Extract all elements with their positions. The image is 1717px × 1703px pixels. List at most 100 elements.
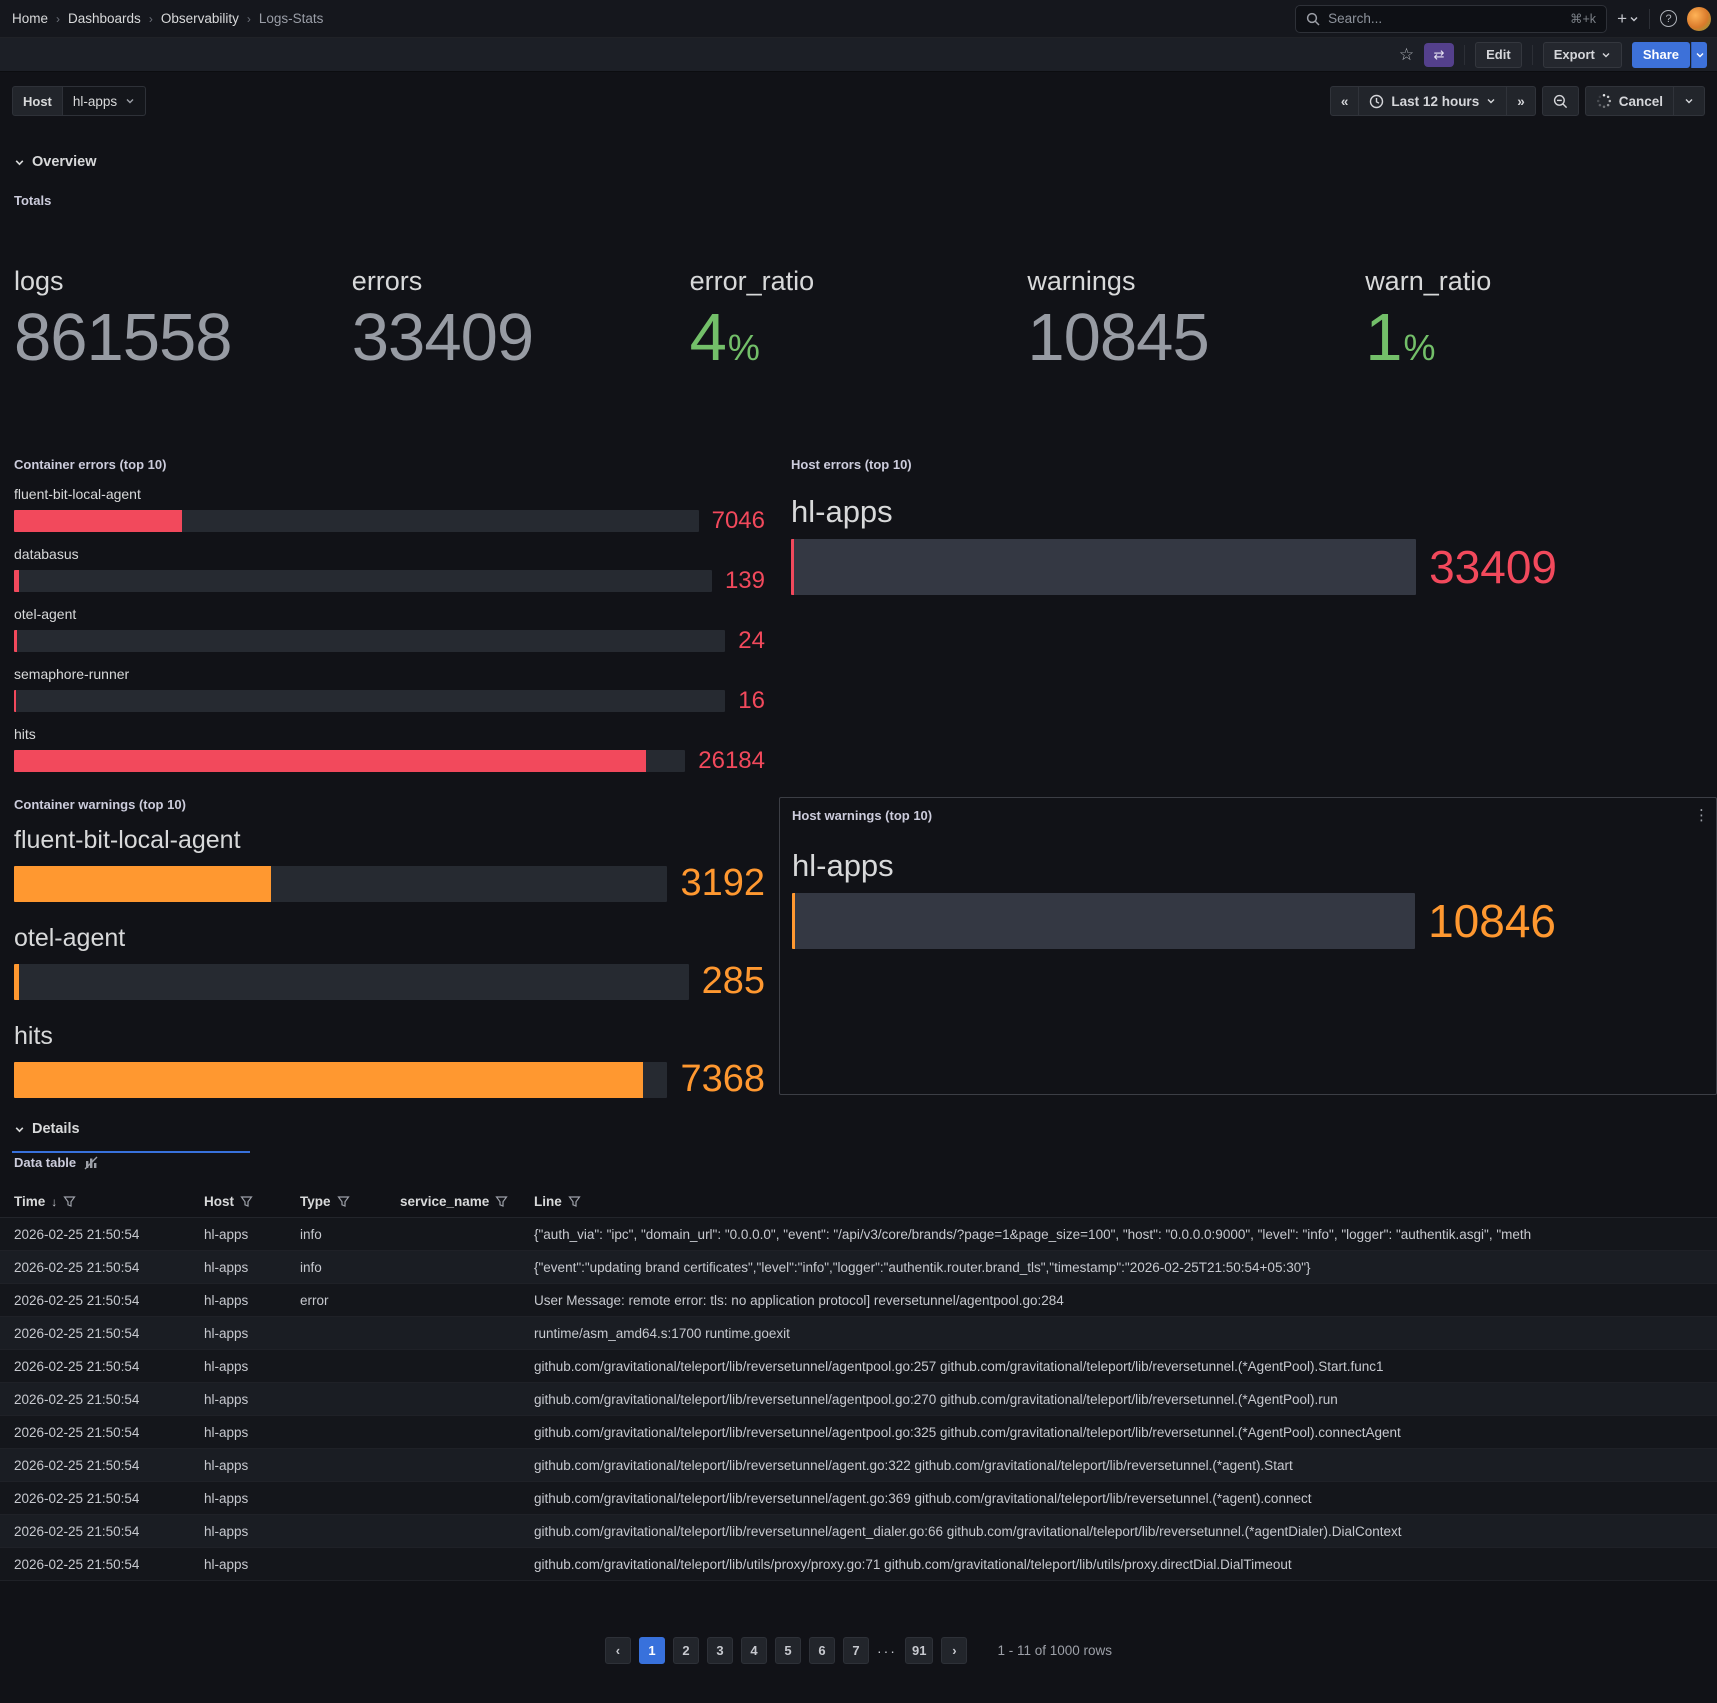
stat-label: warnings xyxy=(1027,266,1365,297)
pagination-page-4[interactable]: 4 xyxy=(741,1637,767,1664)
search-placeholder: Search... xyxy=(1328,11,1562,26)
time-shift-back-button[interactable]: « xyxy=(1330,86,1360,116)
pagination-page-91[interactable]: 91 xyxy=(905,1637,933,1664)
host-variable-select[interactable]: hl-apps xyxy=(63,86,146,116)
pagination-page-1[interactable]: 1 xyxy=(639,1637,665,1664)
column-header-line[interactable]: Line xyxy=(534,1194,1715,1209)
line-cell: github.com/gravitational/teleport/lib/re… xyxy=(534,1392,1715,1407)
bar-category-label: hl-apps xyxy=(791,494,1557,530)
time-cell: 2026-02-25 21:50:54 xyxy=(14,1326,204,1341)
bar-value: 33409 xyxy=(1429,540,1557,594)
stat-label: errors xyxy=(352,266,690,297)
bar-track xyxy=(14,510,699,532)
zoom-out-icon xyxy=(1553,94,1568,109)
share-dropdown-button[interactable] xyxy=(1691,42,1707,68)
panel-container-warnings: Container warnings (top 10) fluent-bit-l… xyxy=(0,797,779,1095)
bar-track xyxy=(14,964,689,1000)
bar-fill xyxy=(14,964,19,1000)
bar-row-otel-agent: otel-agent285 xyxy=(14,924,765,1003)
host-cell: hl-apps xyxy=(204,1227,300,1242)
pagination-next-button[interactable]: › xyxy=(941,1637,967,1664)
filter-funnel-icon[interactable] xyxy=(240,1195,253,1208)
stat-number: 33409 xyxy=(352,303,533,373)
export-label: Export xyxy=(1554,47,1595,62)
plus-icon: + xyxy=(1617,10,1627,27)
column-header-service_name[interactable]: service_name xyxy=(400,1194,534,1209)
edit-button[interactable]: Edit xyxy=(1475,42,1522,68)
breadcrumb: Home › Dashboards › Observability › Logs… xyxy=(12,11,323,26)
time-shift-forward-button[interactable]: » xyxy=(1507,86,1536,116)
table-row: 2026-02-25 21:50:54hl-appsgithub.com/gra… xyxy=(0,1350,1717,1383)
filter-funnel-icon[interactable] xyxy=(337,1195,350,1208)
avatar[interactable] xyxy=(1687,7,1711,31)
chevron-down-icon xyxy=(1695,50,1705,60)
table-row: 2026-02-25 21:50:54hl-appsgithub.com/gra… xyxy=(0,1548,1717,1581)
bar-row-hits: hits26184 xyxy=(14,726,765,775)
help-icon[interactable]: ? xyxy=(1660,10,1677,27)
stat-suffix: % xyxy=(1403,329,1434,367)
line-cell: github.com/gravitational/teleport/lib/re… xyxy=(534,1425,1715,1440)
time-cell: 2026-02-25 21:50:54 xyxy=(14,1458,204,1473)
bar-value: 7368 xyxy=(680,1058,765,1101)
add-new-button[interactable]: + xyxy=(1617,10,1639,27)
column-header-type[interactable]: Type xyxy=(300,1194,400,1209)
pagination-page-5[interactable]: 5 xyxy=(775,1637,801,1664)
section-overview-toggle[interactable]: Overview xyxy=(0,154,1717,170)
bar-fill xyxy=(14,1062,643,1098)
panel-title[interactable]: Host errors (top 10) xyxy=(791,457,912,472)
panel-menu-icon[interactable]: ⋮ xyxy=(1688,804,1716,826)
filter-funnel-icon[interactable] xyxy=(63,1195,76,1208)
pagination-page-7[interactable]: 7 xyxy=(843,1637,869,1664)
section-details-toggle[interactable]: Details xyxy=(0,1121,1717,1137)
breadcrumb-observability[interactable]: Observability xyxy=(161,11,239,26)
pagination-page-3[interactable]: 3 xyxy=(707,1637,733,1664)
panel-title[interactable]: Container warnings (top 10) xyxy=(14,797,186,812)
time-cell: 2026-02-25 21:50:54 xyxy=(14,1227,204,1242)
breadcrumb-dashboards[interactable]: Dashboards xyxy=(68,11,141,26)
breadcrumb-separator: › xyxy=(247,12,251,26)
search-input[interactable]: Search... ⌘+k xyxy=(1295,5,1607,33)
time-range-picker[interactable]: Last 12 hours xyxy=(1359,86,1507,116)
host-variable-label: Host xyxy=(12,86,63,116)
stat-number: 1 xyxy=(1365,303,1401,373)
pagination-page-2[interactable]: 2 xyxy=(673,1637,699,1664)
share-button[interactable]: Share xyxy=(1632,42,1690,68)
refresh-interval-dropdown[interactable] xyxy=(1674,86,1705,116)
pagination-page-6[interactable]: 6 xyxy=(809,1637,835,1664)
bar-fill xyxy=(14,510,182,532)
export-button[interactable]: Export xyxy=(1543,42,1622,68)
host-cell: hl-apps xyxy=(204,1260,300,1275)
filter-funnel-icon[interactable] xyxy=(495,1195,508,1208)
column-header-time[interactable]: Time↓ xyxy=(14,1194,204,1209)
filter-funnel-icon[interactable] xyxy=(568,1195,581,1208)
breadcrumb-separator: › xyxy=(149,12,153,26)
totals-panel-title[interactable]: Totals xyxy=(0,193,1717,208)
panel-title[interactable]: Host warnings (top 10) xyxy=(792,808,932,823)
line-cell: github.com/gravitational/teleport/lib/re… xyxy=(534,1524,1715,1539)
bar-fill xyxy=(791,539,794,595)
bar-track xyxy=(14,690,725,712)
bar-row-fluent-bit-local-agent: fluent-bit-local-agent7046 xyxy=(14,486,765,535)
chevron-down-icon xyxy=(14,1124,25,1135)
panel-container-errors: Container errors (top 10) fluent-bit-loc… xyxy=(0,457,779,797)
search-icon xyxy=(1306,12,1320,26)
bar-value: 10846 xyxy=(1428,894,1556,948)
column-header-host[interactable]: Host xyxy=(204,1194,300,1209)
column-header-label: Line xyxy=(534,1194,562,1209)
time-zoom-out-button[interactable] xyxy=(1542,86,1579,116)
stat-label: error_ratio xyxy=(690,266,1028,297)
bar-category-label: otel-agent xyxy=(14,924,765,953)
pagination-prev-button[interactable]: ‹ xyxy=(605,1637,631,1664)
star-icon[interactable]: ☆ xyxy=(1399,45,1414,65)
breadcrumb-home[interactable]: Home xyxy=(12,11,48,26)
stat-value: 1% xyxy=(1365,303,1703,373)
cancel-refresh-button[interactable]: Cancel xyxy=(1585,86,1674,116)
time-cell: 2026-02-25 21:50:54 xyxy=(14,1260,204,1275)
panel-status-icon[interactable] xyxy=(84,1156,98,1170)
panel-title[interactable]: Container errors (top 10) xyxy=(14,457,166,472)
data-table-panel-title[interactable]: Data table xyxy=(14,1155,76,1170)
dynamic-dashboard-toggle-button[interactable]: ⇄ xyxy=(1424,43,1454,67)
bar-track xyxy=(14,866,667,902)
bar-gauge: 3192 xyxy=(14,862,765,905)
line-cell: {"event":"updating brand certificates","… xyxy=(534,1260,1715,1275)
